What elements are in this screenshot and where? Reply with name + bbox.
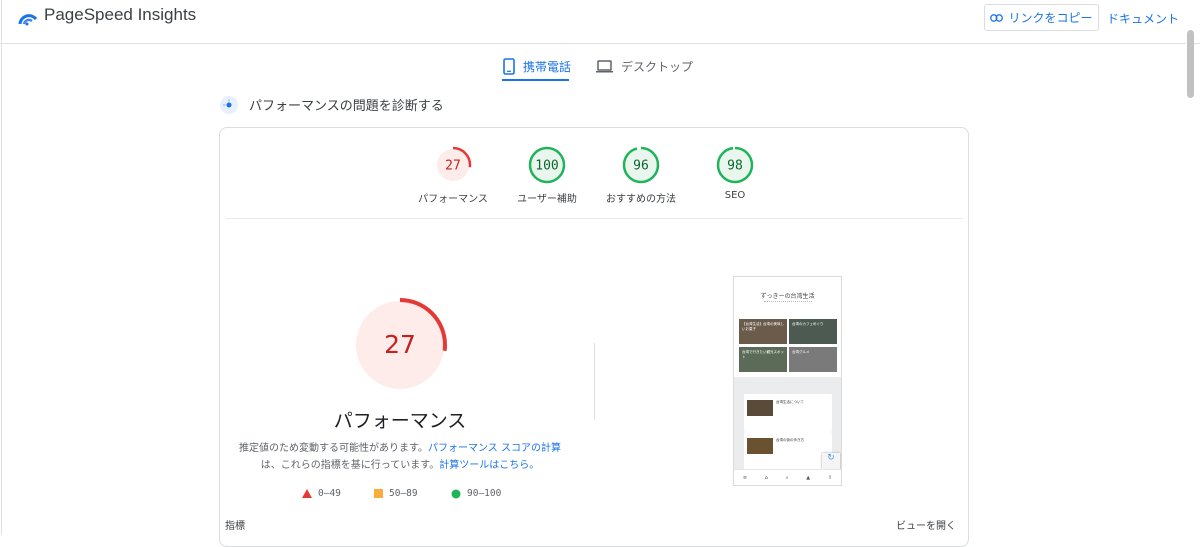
pagespeed-logo-icon bbox=[18, 14, 38, 26]
screenshot-subtitle-line bbox=[764, 301, 812, 303]
smartphone-icon bbox=[503, 57, 515, 75]
screenshot-tile: 【台湾生活】台湾の美味しいお菓子 bbox=[739, 319, 787, 344]
copy-link-label: リンクをコピー bbox=[1008, 11, 1093, 25]
metrics-label: 指標 bbox=[225, 521, 245, 532]
diagnose-title: パフォーマンスの問題を診断する bbox=[249, 99, 444, 114]
menu-icon: ≡ bbox=[742, 475, 748, 481]
red-triangle-icon bbox=[302, 489, 312, 498]
screenshot-tile: 台湾のカフェめぐり bbox=[789, 319, 837, 344]
top-bar: PageSpeed Insights リンクをコピー ドキュメント bbox=[0, 0, 1200, 44]
app-title: PageSpeed Insights bbox=[44, 5, 197, 24]
diagnose-icon bbox=[220, 96, 238, 114]
screenshot-site-title: ずっきーの台湾生活 bbox=[760, 293, 815, 300]
final-screenshot[interactable]: ずっきーの台湾生活 【台湾生活】台湾の美味しいお菓子 台湾のカフェめぐり 台湾で… bbox=[733, 276, 842, 486]
score-gauge-ring: 100 bbox=[528, 146, 566, 184]
screenshot-post-text: 台湾生活について bbox=[776, 400, 804, 404]
score-gauge[interactable]: 98 SEO bbox=[675, 145, 795, 201]
screenshot-bottom-nav: ≡ ⌂ ⌕ ▲ ⇪ bbox=[734, 469, 841, 485]
performance-title: パフォーマンス bbox=[333, 410, 467, 432]
home-icon: ⌂ bbox=[764, 475, 768, 481]
tab-mobile[interactable]: 携帯電話 bbox=[503, 52, 571, 80]
view-open-toggle[interactable]: ビューを開く bbox=[896, 517, 956, 532]
performance-big-gauge: 27 bbox=[353, 298, 447, 392]
score-value: 98 bbox=[727, 159, 743, 174]
tab-selected-indicator bbox=[502, 79, 569, 81]
desc-text-2: は、これらの指標を基に行っています。 bbox=[260, 460, 440, 471]
score-value: 27 bbox=[445, 159, 461, 174]
score-value: 96 bbox=[633, 159, 649, 174]
share-icon: ⇪ bbox=[827, 475, 833, 481]
scrollbar-thumb[interactable] bbox=[1187, 30, 1194, 98]
screenshot-post-text: 台湾の街の歩き方 bbox=[776, 438, 804, 442]
score-calc-link[interactable]: パフォーマンス スコアの計算 bbox=[428, 443, 561, 454]
docs-link[interactable]: ドキュメント bbox=[1107, 10, 1179, 27]
screenshot-post-thumb bbox=[747, 438, 773, 454]
screenshot-tile: 台湾で行きたい観光スポット bbox=[739, 347, 787, 372]
legend-pass-range: 90–100 bbox=[467, 488, 502, 499]
screenshot-post: 台湾の街の歩き方 bbox=[744, 432, 832, 470]
calculator-link[interactable]: 計算ツールはこちら。 bbox=[439, 460, 539, 471]
legend-fail-range: 0–49 bbox=[318, 488, 341, 499]
up-arrow-icon: ▲ bbox=[806, 475, 811, 481]
copy-link-button[interactable]: リンクをコピー bbox=[984, 4, 1099, 31]
legend-average-range: 50–89 bbox=[389, 488, 418, 499]
score-label: SEO bbox=[724, 190, 746, 201]
legend-fail: 0–49 bbox=[302, 488, 341, 499]
screenshot-post: 台湾生活について bbox=[744, 394, 832, 432]
vertical-divider bbox=[594, 343, 595, 420]
orange-square-icon bbox=[374, 489, 383, 498]
page-border bbox=[1, 0, 2, 535]
performance-description: 推定値のため変動する可能性があります。パフォーマンス スコアの計算 は、これらの… bbox=[232, 440, 568, 474]
performance-big-score: 27 bbox=[384, 330, 416, 359]
scrollbar[interactable] bbox=[1186, 30, 1194, 535]
search-icon: ⌕ bbox=[785, 475, 789, 481]
green-circle-icon bbox=[451, 489, 461, 498]
score-gauge-ring: 96 bbox=[622, 146, 660, 184]
score-gauge-ring: 27 bbox=[434, 146, 472, 184]
tab-desktop-label: デスクトップ bbox=[621, 59, 694, 74]
score-gauge-ring: 98 bbox=[716, 146, 754, 184]
tab-desktop[interactable]: デスクトップ bbox=[596, 52, 693, 80]
legend-average: 50–89 bbox=[374, 488, 418, 499]
score-value: 100 bbox=[535, 159, 558, 174]
recaptcha-icon: ↻ bbox=[822, 453, 840, 469]
legend-pass: 90–100 bbox=[451, 488, 501, 499]
laptop-icon bbox=[596, 59, 613, 73]
tab-mobile-label: 携帯電話 bbox=[523, 59, 572, 74]
screenshot-post-thumb bbox=[747, 400, 773, 416]
desc-text-1: 推定値のため変動する可能性があります。 bbox=[239, 443, 428, 454]
card-divider bbox=[226, 218, 963, 219]
screenshot-tile: 台湾グルメ bbox=[789, 347, 837, 372]
link-icon bbox=[990, 13, 1004, 22]
